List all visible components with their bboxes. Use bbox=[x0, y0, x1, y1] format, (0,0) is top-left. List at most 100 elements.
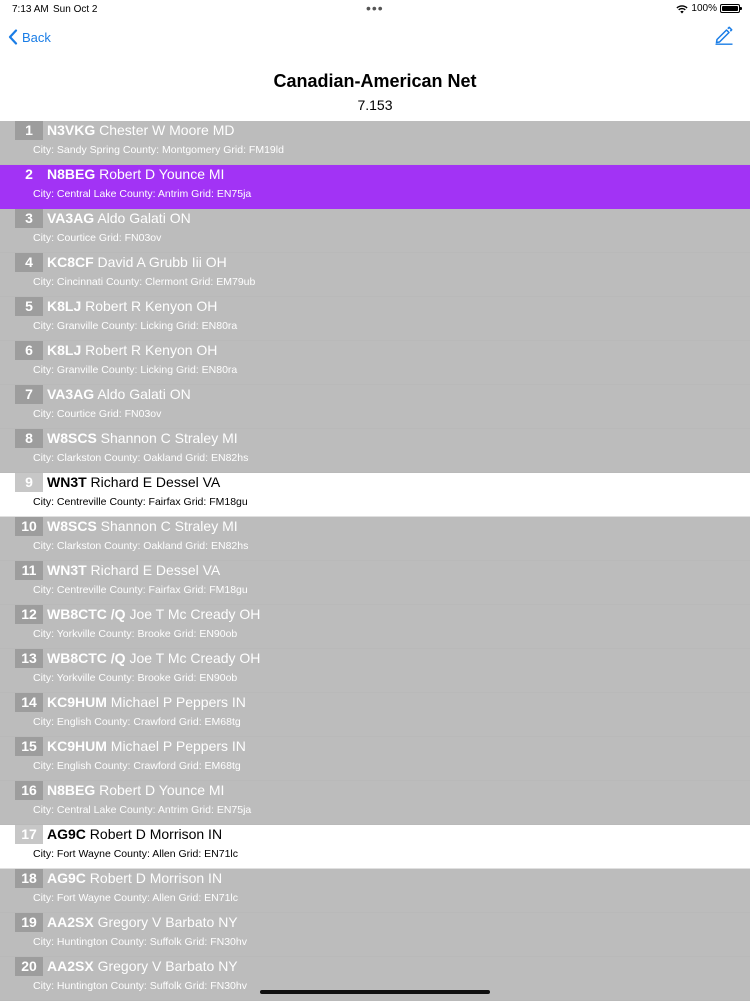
checkin-row[interactable]: 2 N8BEG Robert D Younce MI City: Central L… bbox=[0, 165, 750, 209]
row-number: 11 bbox=[15, 561, 43, 580]
station-line: VA3AG Aldo Galati ON bbox=[47, 386, 191, 402]
checkin-row[interactable]: 14 KC9HUM Michael P Peppers IN City: Engli… bbox=[0, 693, 750, 737]
location-details: City: Yorkville County: Brooke Grid: EN9… bbox=[33, 628, 238, 640]
checkin-row[interactable]: 10 W8SCS Shannon C Straley MI City: Clarks… bbox=[0, 517, 750, 561]
station-line: AG9C Robert D Morrison IN bbox=[47, 870, 222, 886]
row-number: 4 bbox=[15, 253, 43, 272]
callsign: N8BEG bbox=[47, 782, 96, 798]
callsign: KC8CF bbox=[47, 254, 94, 270]
station-line: N8BEG Robert D Younce MI bbox=[47, 782, 224, 798]
operator-name: Aldo Galati ON bbox=[94, 210, 191, 226]
operator-name: Shannon C Straley MI bbox=[96, 430, 238, 446]
station-line: N8BEG Robert D Younce MI bbox=[47, 166, 224, 182]
checkin-row[interactable]: 15 KC9HUM Michael P Peppers IN City: Engli… bbox=[0, 737, 750, 781]
station-line: W8SCS Shannon C Straley MI bbox=[47, 430, 238, 446]
station-line: WN3T Richard E Dessel VA bbox=[47, 562, 220, 578]
operator-name: Michael P Peppers IN bbox=[106, 694, 246, 710]
location-details: City: Clarkston County: Oakland Grid: EN… bbox=[33, 452, 249, 464]
multitasking-dots-icon[interactable]: ••• bbox=[366, 0, 384, 16]
wifi-icon bbox=[676, 4, 689, 13]
row-number: 9 bbox=[15, 473, 43, 492]
location-details: City: Granville County: Licking Grid: EN… bbox=[33, 364, 238, 376]
operator-name: Joe T Mc Cready OH bbox=[125, 650, 261, 666]
callsign: WB8CTC /Q bbox=[47, 606, 126, 622]
row-number: 7 bbox=[15, 385, 43, 404]
checkin-row[interactable]: 11 WN3T Richard E Dessel VA City: Centrevi… bbox=[0, 561, 750, 605]
callsign: W8SCS bbox=[47, 518, 97, 534]
row-number: 12 bbox=[15, 605, 43, 624]
callsign: WN3T bbox=[47, 562, 87, 578]
checkin-row[interactable]: 19 AA2SX Gregory V Barbato NY City: Huntin… bbox=[0, 913, 750, 957]
row-number: 18 bbox=[15, 869, 43, 888]
station-line: KC9HUM Michael P Peppers IN bbox=[47, 738, 246, 754]
edit-button[interactable] bbox=[714, 25, 734, 45]
station-line: K8LJ Robert R Kenyon OH bbox=[47, 298, 217, 314]
checkin-row[interactable]: 20 AA2SX Gregory V Barbato NY City: Huntin… bbox=[0, 957, 750, 1001]
station-line: WN3T Richard E Dessel VA bbox=[47, 474, 220, 490]
status-indicators: 100% bbox=[676, 3, 742, 14]
callsign: AG9C bbox=[47, 870, 86, 886]
checkin-row[interactable]: 4 KC8CF David A Grubb Iii OH City: Cincinn… bbox=[0, 253, 750, 297]
operator-name: Shannon C Straley MI bbox=[96, 518, 238, 534]
operator-name: Robert D Morrison IN bbox=[85, 826, 223, 842]
checkin-row[interactable]: 17 AG9C Robert D Morrison IN City: Fort Wa… bbox=[0, 825, 750, 869]
callsign: N3VKG bbox=[47, 122, 96, 138]
status-date: Sun Oct 2 bbox=[53, 4, 98, 15]
chevron-left-icon bbox=[8, 29, 18, 45]
checkin-row[interactable]: 12 WB8CTC /Q Joe T Mc Cready OH City: York… bbox=[0, 605, 750, 649]
station-line: WB8CTC /Q Joe T Mc Cready OH bbox=[47, 650, 260, 666]
row-number: 6 bbox=[15, 341, 43, 360]
location-details: City: English County: Crawford Grid: EM6… bbox=[33, 760, 241, 772]
callsign: WB8CTC /Q bbox=[47, 650, 126, 666]
callsign: WN3T bbox=[47, 474, 87, 490]
row-number: 19 bbox=[15, 913, 43, 932]
operator-name: Aldo Galati ON bbox=[94, 386, 191, 402]
status-time: 7:13 AM bbox=[12, 4, 49, 15]
checkin-row[interactable]: 18 AG9C Robert D Morrison IN City: Fort Wa… bbox=[0, 869, 750, 913]
row-number: 14 bbox=[15, 693, 43, 712]
operator-name: Robert D Younce MI bbox=[95, 782, 225, 798]
net-frequency: 7.153 bbox=[357, 97, 393, 113]
operator-name: Chester W Moore MD bbox=[95, 122, 235, 138]
checkin-row[interactable]: 1 N3VKG Chester W Moore MD City: Sandy Spr… bbox=[0, 121, 750, 165]
row-number: 2 bbox=[15, 165, 43, 184]
callsign: VA3AG bbox=[47, 210, 95, 226]
station-line: AA2SX Gregory V Barbato NY bbox=[47, 914, 238, 930]
callsign: VA3AG bbox=[47, 386, 95, 402]
operator-name: Robert D Younce MI bbox=[95, 166, 225, 182]
location-details: City: Courtice Grid: FN03ov bbox=[33, 408, 162, 420]
operator-name: Gregory V Barbato NY bbox=[93, 914, 238, 930]
checkin-row[interactable]: 8 W8SCS Shannon C Straley MI City: Clarkst… bbox=[0, 429, 750, 473]
station-line: W8SCS Shannon C Straley MI bbox=[47, 518, 238, 534]
checkin-row[interactable]: 9 WN3T Richard E Dessel VA City: Centrevil… bbox=[0, 473, 750, 517]
home-indicator[interactable] bbox=[260, 990, 490, 994]
callsign: KC9HUM bbox=[47, 694, 107, 710]
operator-name: Robert R Kenyon OH bbox=[81, 298, 218, 314]
callsign: AA2SX bbox=[47, 914, 94, 930]
operator-name: Gregory V Barbato NY bbox=[93, 958, 238, 974]
station-line: AG9C Robert D Morrison IN bbox=[47, 826, 222, 842]
location-details: City: English County: Crawford Grid: EM6… bbox=[33, 716, 241, 728]
back-button[interactable]: Back bbox=[8, 26, 51, 48]
operator-name: David A Grubb Iii OH bbox=[93, 254, 227, 270]
back-label: Back bbox=[22, 29, 51, 45]
pencil-icon bbox=[715, 26, 733, 45]
checkin-row[interactable]: 7 VA3AG Aldo Galati ON City: Courtice Grid… bbox=[0, 385, 750, 429]
checkin-row[interactable]: 6 K8LJ Robert R Kenyon OH City: Granville … bbox=[0, 341, 750, 385]
checkin-row[interactable]: 13 WB8CTC /Q Joe T Mc Cready OH City: York… bbox=[0, 649, 750, 693]
station-line: AA2SX Gregory V Barbato NY bbox=[47, 958, 238, 974]
operator-name: Robert D Morrison IN bbox=[85, 870, 223, 886]
operator-name: Richard E Dessel VA bbox=[86, 474, 221, 490]
row-number: 8 bbox=[15, 429, 43, 448]
row-number: 17 bbox=[15, 825, 43, 844]
battery-percent: 100% bbox=[691, 3, 717, 14]
location-details: City: Centreville County: Fairfax Grid: … bbox=[33, 496, 248, 508]
location-details: City: Sandy Spring County: Montgomery Gr… bbox=[33, 144, 284, 156]
row-number: 1 bbox=[15, 121, 43, 140]
callsign: W8SCS bbox=[47, 430, 97, 446]
checkin-row[interactable]: 16 N8BEG Robert D Younce MI City: Central … bbox=[0, 781, 750, 825]
status-bar: 7:13 AM Sun Oct 2 ••• 100% bbox=[0, 0, 750, 18]
checkin-row[interactable]: 5 K8LJ Robert R Kenyon OH City: Granville … bbox=[0, 297, 750, 341]
checkin-row[interactable]: 3 VA3AG Aldo Galati ON City: Courtice Grid… bbox=[0, 209, 750, 253]
location-details: City: Granville County: Licking Grid: EN… bbox=[33, 320, 238, 332]
